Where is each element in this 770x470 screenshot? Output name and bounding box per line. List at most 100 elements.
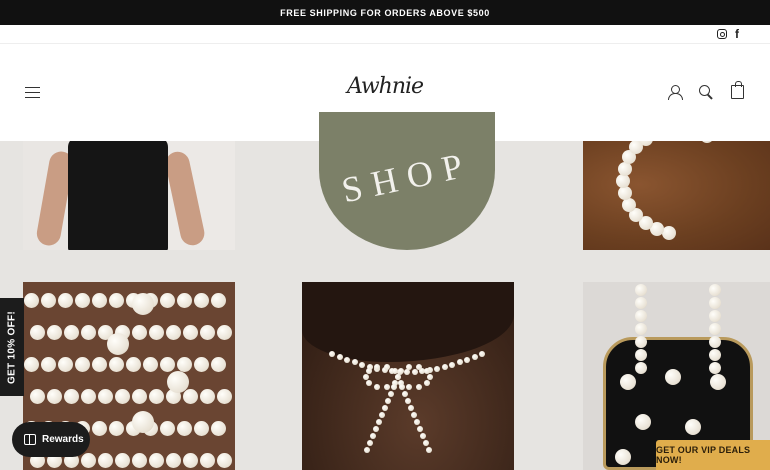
pearl xyxy=(376,419,382,425)
pearl xyxy=(210,292,226,308)
pearl xyxy=(80,452,96,468)
pearl xyxy=(709,349,721,361)
pearl xyxy=(80,324,96,340)
pearl xyxy=(108,292,124,308)
pearl xyxy=(620,374,636,390)
social-bar: f xyxy=(0,25,770,44)
pearl xyxy=(107,333,129,355)
pearl xyxy=(216,324,232,340)
pearl xyxy=(114,388,130,404)
pearl xyxy=(29,388,45,404)
pearl xyxy=(40,292,56,308)
pearl xyxy=(182,388,198,404)
pearl xyxy=(46,324,62,340)
pearl xyxy=(329,351,335,357)
pearl-hoop-photo[interactable] xyxy=(583,141,770,250)
pearl xyxy=(709,362,721,374)
pearl xyxy=(399,384,405,390)
pearl xyxy=(374,383,381,390)
facebook-icon[interactable]: f xyxy=(735,27,739,41)
pearl xyxy=(159,356,175,372)
pearl xyxy=(182,324,198,340)
pearl xyxy=(125,356,141,372)
pearl xyxy=(615,449,631,465)
pearl xyxy=(74,292,90,308)
pearl xyxy=(616,174,630,188)
pearl xyxy=(635,323,647,335)
pearl-bow-necklace-photo[interactable] xyxy=(302,282,514,470)
pearl xyxy=(366,368,373,375)
pearl xyxy=(46,388,62,404)
pearl xyxy=(108,420,124,436)
pearl xyxy=(63,324,79,340)
pearl xyxy=(434,365,440,372)
pearl xyxy=(182,452,198,468)
pearl xyxy=(167,371,189,393)
account-icon[interactable] xyxy=(668,85,683,100)
pearl xyxy=(114,452,130,468)
pearl xyxy=(665,369,681,385)
pearl xyxy=(199,452,215,468)
pearl xyxy=(710,374,726,390)
pearl xyxy=(40,356,56,372)
pearl xyxy=(417,426,423,432)
pearl xyxy=(709,323,721,335)
pearl xyxy=(427,374,433,380)
discount-tab[interactable]: GET 10% OFF! xyxy=(0,298,24,396)
pearl xyxy=(405,398,411,404)
pearl xyxy=(709,297,721,309)
pearl xyxy=(426,447,432,453)
pearl xyxy=(471,353,478,360)
pearl xyxy=(391,368,398,375)
pearl xyxy=(709,336,721,348)
pearl xyxy=(617,186,632,201)
pearl xyxy=(364,447,370,453)
pearl xyxy=(148,452,164,468)
pearl xyxy=(635,336,647,348)
pearl xyxy=(699,141,714,144)
pearl xyxy=(148,324,164,340)
pearl xyxy=(210,356,226,372)
pearl xyxy=(383,383,390,390)
shop-circle[interactable]: SHOP xyxy=(319,112,495,250)
pearl xyxy=(367,440,373,446)
pearl xyxy=(441,363,448,370)
pearl xyxy=(91,356,107,372)
pearl xyxy=(709,310,721,322)
pearl xyxy=(23,356,39,372)
shop-label: SHOP xyxy=(338,143,476,211)
pearl xyxy=(391,384,397,390)
pearl xyxy=(398,368,405,375)
pearl xyxy=(216,388,232,404)
search-icon[interactable] xyxy=(699,85,713,99)
pearl xyxy=(210,420,226,436)
pearl xyxy=(97,452,113,468)
rewards-button[interactable]: Rewards xyxy=(12,422,90,457)
pearl xyxy=(176,420,192,436)
pearl xyxy=(415,383,422,390)
vip-deals-button[interactable]: GET OUR VIP DEALS NOW! xyxy=(656,440,770,470)
pearl xyxy=(479,351,485,357)
dress-photo[interactable] xyxy=(23,141,235,250)
pearl xyxy=(411,412,417,418)
pearl xyxy=(385,398,391,404)
pearl xyxy=(359,361,365,368)
pearl xyxy=(29,324,45,340)
pearl xyxy=(57,356,73,372)
pearl xyxy=(199,388,215,404)
announcement-text: FREE SHIPPING FOR ORDERS ABOVE $500 xyxy=(280,7,490,18)
pearl xyxy=(662,225,677,240)
pearl xyxy=(456,359,463,366)
instagram-icon[interactable] xyxy=(717,29,727,39)
site-logo[interactable]: Awhnie xyxy=(340,74,430,99)
pearl xyxy=(635,284,647,296)
pearl xyxy=(411,368,418,375)
pearl xyxy=(685,419,701,435)
pearl xyxy=(131,324,147,340)
cart-icon[interactable] xyxy=(731,81,744,99)
pearl xyxy=(344,356,350,363)
pearl xyxy=(193,356,209,372)
pearl xyxy=(423,379,430,386)
menu-icon[interactable] xyxy=(25,87,40,99)
pearl xyxy=(388,391,394,397)
